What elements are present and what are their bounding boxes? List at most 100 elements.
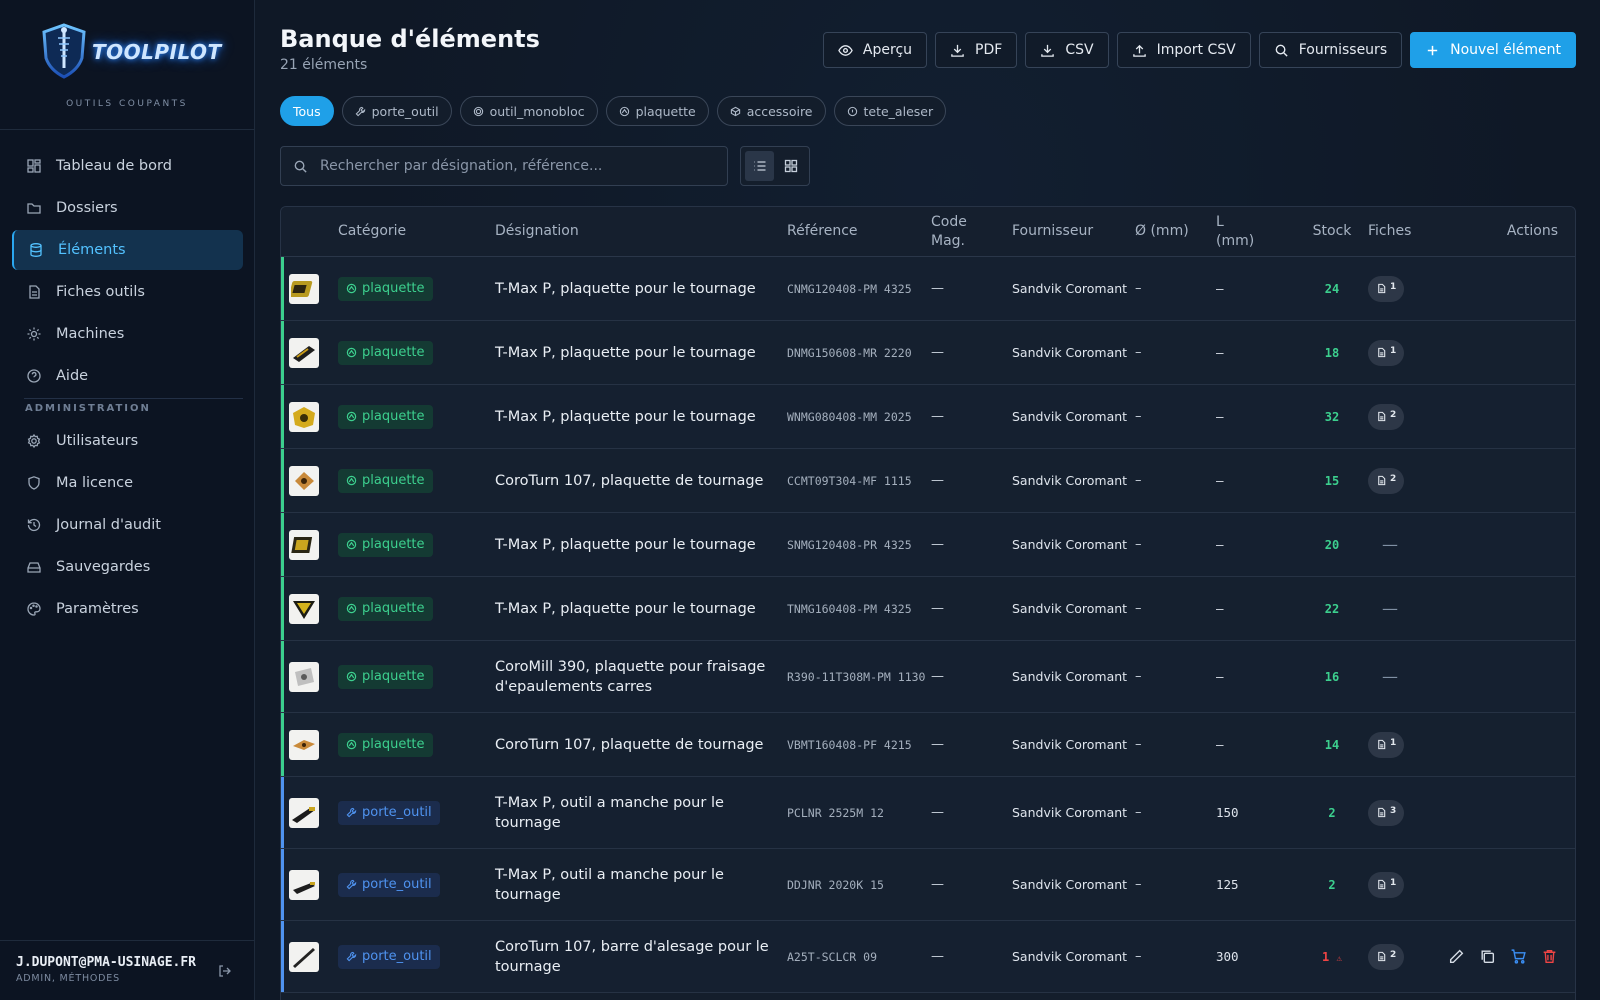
table-row[interactable]: porte_outil CoroTurn 107, barre d'alesag… <box>281 921 1575 993</box>
chip-label: Tous <box>293 103 321 119</box>
fournisseurs-button[interactable]: Fournisseurs <box>1258 32 1403 68</box>
col-diametre[interactable]: Ø (mm) <box>1135 222 1195 241</box>
file-icon <box>1378 951 1386 962</box>
table-row[interactable]: plaquette CoroTurn 107, plaquette de tou… <box>281 713 1575 777</box>
nav-item-ma-licence[interactable]: Ma licence <box>12 463 243 503</box>
fiches-count-badge[interactable]: 1 <box>1368 339 1405 366</box>
col-categorie[interactable]: Catégorie <box>338 222 495 241</box>
fiches-count-badge[interactable]: 2 <box>1368 943 1405 970</box>
fournisseur: Sandvik Coromant <box>1012 280 1128 296</box>
fiches-count: 1 <box>1390 737 1397 748</box>
upload-icon <box>1132 44 1146 57</box>
duplicate-icon[interactable] <box>1479 948 1496 965</box>
list-view-button[interactable] <box>745 151 774 181</box>
search-input[interactable] <box>320 158 700 174</box>
col-stock[interactable]: Stock <box>1296 222 1368 241</box>
chip-label: porte_outil <box>371 103 439 119</box>
longueur: 125 <box>1216 877 1239 892</box>
longueur: – <box>1216 473 1224 488</box>
insert-icon <box>346 475 357 486</box>
category-stripe <box>281 641 284 712</box>
import-csv-button[interactable]: Import CSV <box>1116 32 1251 68</box>
fournisseur: Sandvik Coromant <box>1012 736 1128 752</box>
filter-chip-tete-aleser[interactable]: tete_aleser <box>833 96 947 126</box>
nav-label: Fiches outils <box>56 284 145 300</box>
fiches-count-badge[interactable]: 1 <box>1368 871 1405 898</box>
cart-icon[interactable] <box>1510 948 1527 965</box>
apercu-button[interactable]: Aperçu <box>822 32 928 68</box>
main-content: Banque d'éléments 21 éléments Aperçu PDF… <box>256 0 1600 1000</box>
stock-count: 14 <box>1324 737 1340 752</box>
item-thumbnail <box>289 869 319 900</box>
table-row[interactable]: porte_outil T-Max P, outil a manche pour… <box>281 777 1575 849</box>
nav-item-machines[interactable]: Machines <box>12 314 243 354</box>
user-role: ADMIN, MÉTHODES <box>16 973 120 984</box>
category-stripe <box>281 777 284 848</box>
fournisseur: Sandvik Coromant <box>1012 668 1128 684</box>
fiches-count-badge[interactable]: 3 <box>1368 799 1405 826</box>
insert-icon <box>346 671 357 682</box>
logout-icon[interactable] <box>217 963 233 979</box>
table-row[interactable]: plaquette T-Max P, plaquette pour le tou… <box>281 577 1575 641</box>
filter-chip-outil-monobloc[interactable]: outil_monobloc <box>459 96 598 126</box>
stock-count: 24 <box>1324 281 1340 296</box>
edit-icon[interactable] <box>1448 948 1465 965</box>
fournisseur: Sandvik Coromant <box>1012 472 1128 488</box>
col-reference[interactable]: Référence <box>787 222 931 241</box>
nav-item-dossiers[interactable]: Dossiers <box>12 188 243 228</box>
stock-value: 20 <box>1296 538 1368 552</box>
delete-icon[interactable] <box>1541 948 1558 965</box>
item-thumbnail <box>289 529 319 560</box>
nav-item-fiches-outils[interactable]: Fiches outils <box>12 272 243 312</box>
diametre: – <box>1135 737 1142 752</box>
fiches-count-badge[interactable]: 1 <box>1368 731 1405 758</box>
col-designation[interactable]: Désignation <box>495 222 787 241</box>
col-fournisseur[interactable]: Fournisseur <box>1012 222 1135 241</box>
nav-item-utilisateurs[interactable]: Utilisateurs <box>12 421 243 461</box>
longueur: – <box>1216 281 1224 296</box>
fiches-count-badge[interactable]: 1 <box>1368 275 1405 302</box>
user-area: J.DUPONT@PMA-USINAGE.FR ADMIN, MÉTHODES <box>0 940 255 1000</box>
diametre: – <box>1135 473 1142 488</box>
pdf-button[interactable]: PDF <box>935 32 1018 68</box>
reference: R390-11T308M-PM 1130 <box>787 669 926 684</box>
table-row[interactable]: plaquette T-Max P, plaquette pour le tou… <box>281 385 1575 449</box>
diametre: – <box>1135 805 1142 820</box>
item-thumbnail <box>289 729 319 760</box>
palette-icon <box>26 601 42 617</box>
fiches-count-badge[interactable]: 2 <box>1368 403 1405 430</box>
col-code-mag[interactable]: Code Mag. <box>931 213 991 251</box>
grid-view-button[interactable] <box>776 151 805 181</box>
nav-item-aide[interactable]: Aide <box>12 356 243 396</box>
designation: CoroMill 390, plaquette pour fraisage d'… <box>495 658 766 695</box>
fiches-count-badge[interactable]: 2 <box>1368 467 1405 494</box>
nav-label: Ma licence <box>56 475 134 491</box>
csv-button[interactable]: CSV <box>1025 32 1109 68</box>
filter-chip-porte-outil[interactable]: porte_outil <box>341 96 452 126</box>
table-row[interactable]: porte_outil T-Max P, outil a manche pour… <box>281 849 1575 921</box>
drive-icon <box>26 559 42 575</box>
category-label: plaquette <box>362 537 425 552</box>
stock-count: 22 <box>1324 601 1340 616</box>
fiches-empty: — <box>1382 535 1398 554</box>
table-row[interactable]: plaquette CoroTurn 107, plaquette de tou… <box>281 449 1575 513</box>
nav-item-sauvegardes[interactable]: Sauvegardes <box>12 547 243 587</box>
table-row[interactable]: plaquette T-Max P, plaquette pour le tou… <box>281 513 1575 577</box>
code-mag: — <box>931 877 944 892</box>
category-badge: porte_outil <box>338 800 440 825</box>
category-badge: plaquette <box>338 664 433 689</box>
filter-chip-accessoire[interactable]: accessoire <box>716 96 826 126</box>
filter-chip-tous[interactable]: Tous <box>280 96 334 126</box>
table-row[interactable]: plaquette CoroMill 390, plaquette pour f… <box>281 641 1575 713</box>
fiches-count: 2 <box>1390 949 1397 960</box>
table-row[interactable]: plaquette T-Max P, plaquette pour le tou… <box>281 257 1575 321</box>
table-row[interactable]: plaquette T-Max P, plaquette pour le tou… <box>281 321 1575 385</box>
nav-item-journal-audit[interactable]: Journal d'audit <box>12 505 243 545</box>
filter-chip-plaquette[interactable]: plaquette <box>605 96 709 126</box>
nav-item-tableau-de-bord[interactable]: Tableau de bord <box>12 146 243 186</box>
nav-item-parametres[interactable]: Paramètres <box>12 589 243 629</box>
nouvel-element-button[interactable]: Nouvel élément <box>1410 32 1576 68</box>
table-header: Catégorie Désignation Référence Code Mag… <box>281 207 1575 257</box>
nav-item-elements[interactable]: Éléments <box>12 230 243 270</box>
col-longueur[interactable]: L (mm) <box>1216 213 1266 251</box>
